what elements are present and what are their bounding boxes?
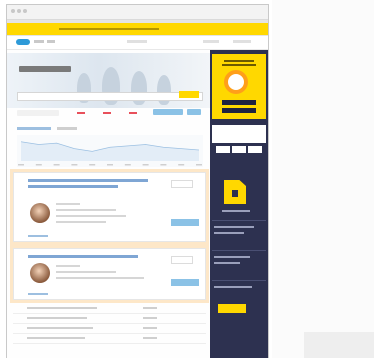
chart-x-tick: [142, 164, 149, 166]
list-item-label: [27, 317, 87, 319]
sidebar-link[interactable]: [214, 232, 244, 234]
sort-option[interactable]: [17, 127, 51, 130]
filter-bar: [17, 108, 203, 118]
chart-x-tick: [35, 164, 42, 166]
candidate-name: [56, 203, 80, 205]
salary-chart: [17, 135, 203, 167]
hero-title: [19, 66, 71, 72]
list-item-value: [143, 317, 157, 319]
promo-title: [222, 64, 256, 66]
card-link[interactable]: [28, 293, 48, 295]
chart-canvas: [18, 141, 202, 166]
window-control-icon[interactable]: [11, 9, 15, 13]
chart-x-tick: [124, 164, 131, 166]
vacancy-title-link[interactable]: [28, 185, 118, 188]
list-item-value: [143, 327, 157, 329]
candidate-info: [56, 271, 116, 273]
sidebar-caption: [222, 210, 250, 212]
user-avatar: [30, 203, 50, 223]
cloud-logo-icon[interactable]: [16, 39, 30, 45]
promo-title: [224, 60, 254, 62]
list-item-label: [27, 307, 97, 309]
list-item[interactable]: [13, 334, 206, 344]
background-area: [272, 0, 374, 358]
list-item-value: [143, 307, 157, 309]
filter-reset-button[interactable]: [187, 109, 201, 115]
site-header: [7, 36, 268, 50]
card-link[interactable]: [28, 235, 48, 237]
sidebar-link[interactable]: [214, 262, 240, 264]
candidate-name: [56, 265, 80, 267]
filter-dropdown[interactable]: [17, 110, 59, 116]
top-announcement-bar: [7, 23, 268, 35]
chart-x-tick: [53, 164, 60, 166]
sort-bar: [17, 126, 203, 132]
filter-tag[interactable]: [77, 112, 85, 114]
promo-button[interactable]: [222, 108, 256, 113]
salary-badge: [171, 180, 193, 188]
sidebar-tab[interactable]: [248, 146, 262, 153]
vacancy-title-link[interactable]: [28, 255, 138, 258]
header-link[interactable]: [233, 40, 251, 43]
respond-button[interactable]: [171, 279, 199, 286]
promo-button[interactable]: [222, 100, 256, 105]
sidebar-link[interactable]: [214, 226, 254, 228]
chart-x-tick: [178, 164, 185, 166]
sort-option[interactable]: [57, 127, 77, 130]
sidebar-divider: [212, 250, 266, 251]
chart-x-tick: [107, 164, 113, 166]
candidate-info: [56, 221, 106, 223]
respond-button[interactable]: [171, 219, 199, 226]
header-menu-item[interactable]: [47, 40, 55, 43]
vacancy-card: [13, 172, 206, 242]
sidebar-divider: [212, 280, 266, 281]
list-item[interactable]: [13, 324, 206, 334]
window-control-icon[interactable]: [23, 9, 27, 13]
header-menu-item[interactable]: [34, 40, 44, 43]
search-button[interactable]: [179, 91, 199, 98]
vacancy-title-link[interactable]: [28, 179, 148, 182]
sidebar-divider: [212, 220, 266, 221]
document-icon-mark: [232, 190, 238, 197]
vacancy-card: [13, 248, 206, 300]
salary-badge: [171, 256, 193, 264]
chart-area: [21, 141, 199, 161]
list-item-value: [143, 337, 157, 339]
sidebar-tabs: [216, 146, 262, 153]
progress-ring: [224, 70, 248, 94]
browser-chrome: [7, 5, 268, 20]
filter-apply-button[interactable]: [153, 109, 183, 115]
list-item[interactable]: [13, 304, 206, 314]
list-item-label: [27, 337, 85, 339]
sidebar-cta-button[interactable]: [218, 304, 246, 313]
sidebar-link[interactable]: [214, 286, 252, 288]
sidebar-widget: [212, 125, 266, 143]
chart-x-tick: [71, 164, 78, 166]
candidate-info: [56, 209, 116, 211]
list-item[interactable]: [13, 314, 206, 324]
sidebar-tab[interactable]: [232, 146, 246, 153]
chart-x-tick: [18, 164, 24, 166]
background-shape: [304, 332, 374, 358]
search-input[interactable]: [17, 92, 203, 101]
candidate-info: [56, 277, 144, 279]
sidebar-tab[interactable]: [216, 146, 230, 153]
chart-x-tick: [160, 164, 167, 166]
chart-x-tick: [89, 164, 96, 166]
list-item-label: [27, 327, 93, 329]
window-control-icon[interactable]: [17, 9, 21, 13]
sidebar-link[interactable]: [214, 256, 250, 258]
header-link[interactable]: [203, 40, 219, 43]
document-icon: [224, 180, 246, 204]
candidate-info: [56, 215, 126, 217]
filter-tag[interactable]: [129, 112, 137, 114]
announcement-progress: [59, 28, 159, 30]
chart-x-tick: [196, 164, 202, 166]
user-avatar: [30, 263, 50, 283]
filter-tag[interactable]: [103, 112, 111, 114]
header-link[interactable]: [127, 40, 147, 43]
